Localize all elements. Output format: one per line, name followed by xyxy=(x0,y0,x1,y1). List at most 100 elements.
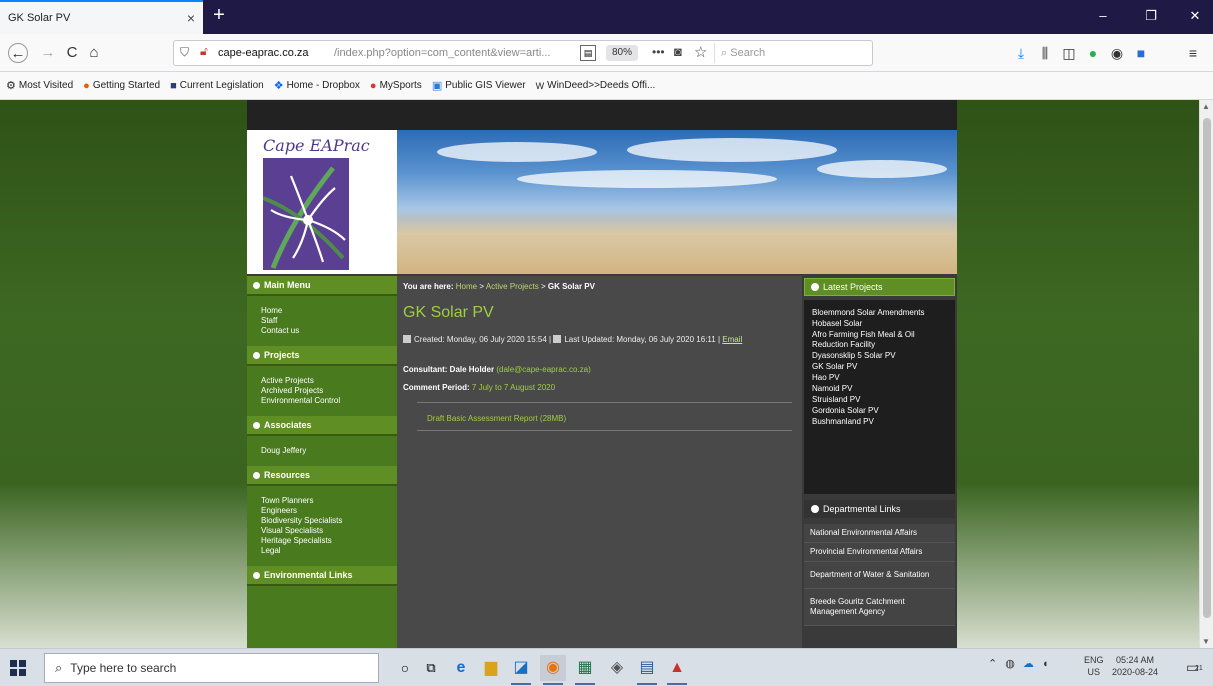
project-link[interactable]: Dyasonsklip 5 Solar PV xyxy=(812,351,949,361)
dept-link-catchment[interactable]: Breede Gouritz Catchment Management Agen… xyxy=(804,589,955,626)
task-view-icon[interactable]: ⧉ xyxy=(418,655,444,681)
menu-link-staff[interactable]: Staff xyxy=(261,316,397,326)
menu-link-archived-projects[interactable]: Archived Projects xyxy=(261,386,397,396)
divider xyxy=(417,402,792,403)
menu-link-home[interactable]: Home xyxy=(261,306,397,316)
reader-view-icon[interactable]: ▤ xyxy=(580,45,596,61)
bookmark-windeed[interactable]: W WinDeed>>Deeds Offi... xyxy=(536,80,656,91)
menu-link-active-projects[interactable]: Active Projects xyxy=(261,376,397,386)
divider xyxy=(417,430,792,431)
cortana-icon[interactable]: ○ xyxy=(392,655,418,681)
url-bar[interactable]: ⛉ 🔓︎ cape-eaprac.co.za /index.php?option… xyxy=(173,40,873,66)
firefox-icon[interactable]: ◉ xyxy=(540,655,566,685)
menu-icon[interactable]: ≡ xyxy=(1184,44,1202,62)
project-link[interactable]: Struisland PV xyxy=(812,395,949,405)
back-button[interactable]: ← xyxy=(8,43,28,63)
site-logo[interactable]: Cape EAPrac xyxy=(247,130,397,274)
network-icon[interactable]: ◍ xyxy=(1005,657,1015,670)
project-link[interactable]: Bushmanland PV xyxy=(812,417,949,427)
word-icon[interactable]: ▤ xyxy=(634,655,660,685)
insecure-lock-icon[interactable]: 🔓︎ xyxy=(200,44,208,59)
menu-link-biodiversity[interactable]: Biodiversity Specialists xyxy=(261,516,397,526)
scroll-up-icon[interactable]: ▲ xyxy=(1202,102,1210,111)
extension-privacy-icon[interactable]: ◉ xyxy=(1108,44,1126,62)
extension-green-icon[interactable]: ● xyxy=(1084,44,1102,62)
new-tab-button[interactable]: + xyxy=(207,4,231,28)
library-icon[interactable]: ⫼ xyxy=(1036,44,1054,62)
menu-link-visual[interactable]: Visual Specialists xyxy=(261,526,397,536)
navigation-toolbar: ← → C ⌂ ⛉ 🔓︎ cape-eaprac.co.za /index.ph… xyxy=(0,34,1213,72)
excel-icon[interactable]: ▦ xyxy=(572,655,598,685)
menu-link-heritage[interactable]: Heritage Specialists xyxy=(261,536,397,546)
acrobat-icon[interactable]: ▲ xyxy=(664,655,690,685)
zoom-level[interactable]: 80% xyxy=(606,45,639,61)
menu-link-town-planners[interactable]: Town Planners xyxy=(261,496,397,506)
scroll-down-icon[interactable]: ▼ xyxy=(1202,637,1210,646)
menu-link-legal[interactable]: Legal xyxy=(261,546,397,556)
bookmark-gis-viewer[interactable]: ▣ Public GIS Viewer xyxy=(432,79,526,92)
extension-blue-icon[interactable]: ■ xyxy=(1132,44,1150,62)
bookmark-mysports[interactable]: ● MySports xyxy=(370,80,422,92)
bullet-icon xyxy=(253,281,260,289)
breadcrumb-active-projects[interactable]: Active Projects xyxy=(486,282,539,291)
page-actions-icon[interactable]: ••• xyxy=(652,45,665,59)
scrollbar-thumb[interactable] xyxy=(1203,118,1211,618)
edge-icon[interactable]: e xyxy=(448,655,474,681)
app-icon[interactable]: ◈ xyxy=(604,655,630,681)
language-indicator[interactable]: ENG US xyxy=(1084,654,1104,678)
volume-icon[interactable]: ◖ xyxy=(1042,658,1049,670)
w-icon: W xyxy=(535,80,545,91)
pocket-icon[interactable]: ◙ xyxy=(674,44,682,59)
show-hidden-icons-icon[interactable]: ⌃ xyxy=(988,657,997,670)
bullet-icon xyxy=(811,505,819,513)
home-button[interactable]: ⌂ xyxy=(84,43,104,63)
bookmark-getting-started[interactable]: ● Getting Started xyxy=(83,80,160,92)
file-explorer-icon[interactable]: ▆ xyxy=(478,655,504,681)
search-icon: ⌕ xyxy=(55,660,63,675)
project-link[interactable]: Gordonia Solar PV xyxy=(812,406,949,416)
taskbar-search-input[interactable]: ⌕ Type here to search xyxy=(44,653,379,683)
page-scrollbar[interactable]: ▲ ▼ xyxy=(1199,100,1213,648)
clock[interactable]: 05:24 AM 2020-08-24 xyxy=(1112,654,1158,678)
project-link[interactable]: Hao PV xyxy=(812,373,949,383)
tab-close-icon[interactable]: × xyxy=(187,10,195,26)
dept-link-provincial[interactable]: Provincial Environmental Affairs xyxy=(804,543,955,562)
bookmark-most-visited[interactable]: ⚙ Most Visited xyxy=(6,79,73,92)
search-input[interactable]: ⌕ Search xyxy=(714,43,864,63)
reload-button[interactable]: C xyxy=(62,43,82,63)
breadcrumb-home[interactable]: Home xyxy=(456,282,477,291)
menu-link-engineers[interactable]: Engineers xyxy=(261,506,397,516)
menu-link-contact[interactable]: Contact us xyxy=(261,326,397,336)
bookmark-dropbox[interactable]: ❖ Home - Dropbox xyxy=(274,79,360,92)
windows-start-icon[interactable] xyxy=(10,660,26,676)
forward-button[interactable]: → xyxy=(38,43,58,63)
dept-link-national[interactable]: National Environmental Affairs xyxy=(804,524,955,543)
tracking-shield-icon[interactable]: ⛉ xyxy=(180,45,189,60)
dept-link-water[interactable]: Department of Water & Sanitation xyxy=(804,562,955,589)
menu-link-environmental-control[interactable]: Environmental Control xyxy=(261,396,397,406)
minimize-button[interactable]: – xyxy=(1088,8,1118,23)
draft-report-link[interactable]: Draft Basic Assessment Report (28MB) xyxy=(427,414,566,423)
project-link[interactable]: Hobasel Solar xyxy=(812,319,949,329)
project-link[interactable]: Namoid PV xyxy=(812,384,949,394)
tab-gk-solar[interactable]: GK Solar PV × xyxy=(0,0,203,34)
project-link[interactable]: Afro Farming Fish Meal & Oil Reduction F… xyxy=(812,330,949,350)
onedrive-icon[interactable]: ☁ xyxy=(1023,657,1034,670)
project-link[interactable]: Bloemmond Solar Amendments xyxy=(812,308,949,318)
notification-icon[interactable]: ▭ 21 xyxy=(1186,659,1203,676)
consultant-email-link[interactable]: (dale@cape-eaprac.co.za) xyxy=(496,365,590,374)
right-sidebar: Latest Projects Bloemmond Solar Amendmen… xyxy=(802,276,957,648)
close-window-button[interactable]: ✕ xyxy=(1180,8,1210,24)
bookmark-current-legislation[interactable]: ■ Current Legislation xyxy=(170,80,264,92)
bookmark-star-icon[interactable]: ☆ xyxy=(694,43,707,61)
bullet-icon xyxy=(811,283,819,291)
outlook-icon[interactable]: ◪ xyxy=(508,655,534,685)
menu-link-doug-jeffery[interactable]: Doug Jeffery xyxy=(261,446,397,456)
tab-title: GK Solar PV xyxy=(8,12,71,24)
maximize-button[interactable]: ❐ xyxy=(1136,8,1166,24)
menu-heading-resources: Resources xyxy=(247,466,397,486)
email-link[interactable]: Email xyxy=(722,335,742,344)
project-link[interactable]: GK Solar PV xyxy=(812,362,949,372)
downloads-icon[interactable]: ⤓ xyxy=(1012,44,1030,62)
sidebar-icon[interactable]: ◫ xyxy=(1060,44,1078,62)
